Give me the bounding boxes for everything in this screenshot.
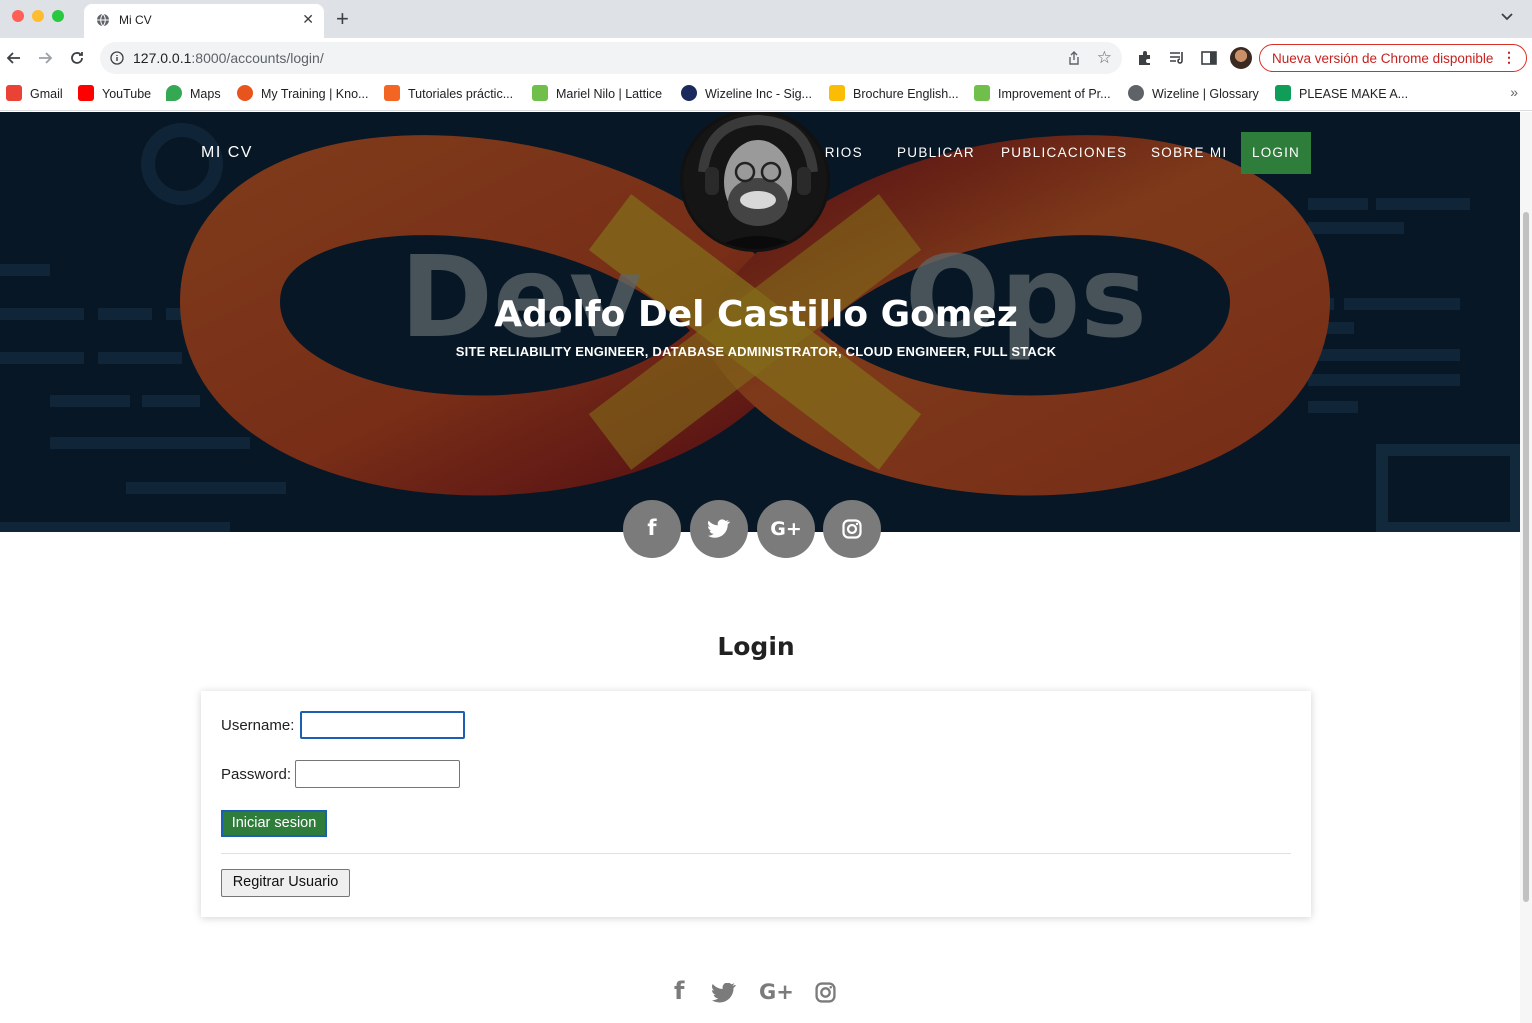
media-queue-icon[interactable] xyxy=(1168,49,1186,67)
bookmark-label: Mariel Nilo | Lattice xyxy=(556,87,663,101)
site-info-icon[interactable] xyxy=(110,51,124,65)
close-window-button[interactable] xyxy=(12,10,24,22)
bookmark-label: Wizeline Inc - Sig... xyxy=(705,87,812,101)
bookmark-wizeline-sig[interactable]: Wizeline Inc - Sig... xyxy=(681,85,812,101)
site-brand[interactable]: MI CV xyxy=(201,144,253,162)
address-bar[interactable]: 127.0.0.1:8000/accounts/login/ ☆ xyxy=(100,42,1122,74)
register-user-button[interactable]: Regitrar Usuario xyxy=(221,869,350,897)
password-label: Password: xyxy=(221,766,292,783)
bookmark-maps[interactable]: Maps xyxy=(166,85,221,101)
login-submit-button[interactable]: Iniciar sesion xyxy=(221,810,327,837)
google-plus-button[interactable]: G+ xyxy=(757,500,815,558)
hero-header: Dev Ops MI CV USUARIOS PUBLICAR PUBLICAC… xyxy=(0,112,1520,532)
profile-photo xyxy=(680,112,830,252)
footer-facebook-icon[interactable]: f xyxy=(674,977,684,1005)
instagram-icon xyxy=(842,519,862,539)
maps-icon xyxy=(166,85,182,101)
username-label: Username: xyxy=(221,717,295,734)
tutorials-icon xyxy=(384,85,400,101)
facebook-icon: f xyxy=(647,516,657,540)
youtube-icon xyxy=(78,85,94,101)
page-viewport: Dev Ops MI CV USUARIOS PUBLICAR PUBLICAC… xyxy=(0,112,1520,1023)
nav-publicaciones[interactable]: PUBLICACIONES xyxy=(1001,145,1127,160)
gmail-icon xyxy=(6,85,22,101)
sheets-icon xyxy=(1275,85,1291,101)
profile-avatar[interactable] xyxy=(1230,47,1252,69)
bookmark-my-training[interactable]: My Training | Kno... xyxy=(237,85,368,101)
extensions-puzzle-icon[interactable] xyxy=(1136,49,1154,67)
bookmark-label: PLEASE MAKE A... xyxy=(1299,87,1409,101)
update-label: Nueva versión de Chrome disponible xyxy=(1272,51,1494,66)
password-input[interactable] xyxy=(295,760,460,788)
drive-icon xyxy=(829,85,845,101)
bookmark-gmail[interactable]: Gmail xyxy=(6,85,63,101)
bookmark-label: My Training | Kno... xyxy=(261,87,369,101)
bookmark-glossary[interactable]: Wizeline | Glossary xyxy=(1128,85,1259,101)
bookmark-youtube[interactable]: YouTube xyxy=(78,85,151,101)
chevron-down-icon[interactable] xyxy=(1500,9,1514,23)
bookmark-brochure[interactable]: Brochure English... xyxy=(829,85,959,101)
username-input[interactable] xyxy=(300,711,465,739)
url-text[interactable]: 127.0.0.1:8000/accounts/login/ xyxy=(133,50,324,66)
bookmark-label: Brochure English... xyxy=(853,87,959,101)
facebook-button[interactable]: f xyxy=(623,500,681,558)
scrollbar-thumb[interactable] xyxy=(1523,212,1529,902)
bookmark-label: Wizeline | Glossary xyxy=(1152,87,1259,101)
new-tab-button[interactable]: + xyxy=(336,6,349,32)
page-scrollbar[interactable] xyxy=(1520,112,1532,1023)
bookmark-please-make[interactable]: PLEASE MAKE A... xyxy=(1275,85,1408,101)
nav-sobre-mi[interactable]: SOBRE MI xyxy=(1151,145,1227,160)
twitter-button[interactable] xyxy=(690,500,748,558)
bookmark-label: Improvement of Pr... xyxy=(998,87,1111,101)
browser-toolbar: 127.0.0.1:8000/accounts/login/ ☆ Nueva v… xyxy=(0,38,1532,78)
side-panel-icon[interactable] xyxy=(1200,49,1218,67)
wizeline-icon xyxy=(681,85,697,101)
bookmark-lattice[interactable]: Mariel Nilo | Lattice xyxy=(532,85,662,101)
training-icon xyxy=(237,85,253,101)
bookmark-tutoriales[interactable]: Tutoriales práctic... xyxy=(384,85,513,101)
url-host: 127.0.0.1 xyxy=(133,50,192,66)
footer-twitter-icon[interactable] xyxy=(712,983,736,1003)
instagram-button[interactable] xyxy=(823,500,881,558)
nav-login-button[interactable]: LOGIN xyxy=(1241,132,1311,174)
globe-icon xyxy=(1128,85,1144,101)
footer-instagram-icon[interactable] xyxy=(815,982,836,1003)
bookmarks-bar: Gmail YouTube Maps My Training | Kno... … xyxy=(0,78,1532,111)
more-menu-icon[interactable]: ⋮ xyxy=(1502,49,1516,66)
tab-title: Mi CV xyxy=(119,13,152,27)
browser-tab-bar: Mi CV ✕ + xyxy=(0,0,1532,38)
footer-google-plus-icon[interactable]: G+ xyxy=(759,980,794,1004)
login-title: Login xyxy=(717,632,795,661)
nav-publicar[interactable]: PUBLICAR xyxy=(897,145,975,160)
bookmark-improvement[interactable]: Improvement of Pr... xyxy=(974,85,1111,101)
profile-photo-image xyxy=(683,112,827,249)
hero-name: Adolfo Del Castillo Gomez xyxy=(494,294,1018,335)
chrome-update-button[interactable]: Nueva versión de Chrome disponible ⋮ xyxy=(1259,44,1527,72)
google-plus-icon: G+ xyxy=(770,518,802,540)
share-icon[interactable] xyxy=(1066,50,1082,66)
url-path: :8000/accounts/login/ xyxy=(191,50,324,66)
maximize-window-button[interactable] xyxy=(52,10,64,22)
bookmarks-overflow-icon[interactable]: » xyxy=(1510,84,1518,100)
form-divider xyxy=(221,853,1291,854)
browser-tab[interactable]: Mi CV ✕ xyxy=(84,4,324,38)
globe-icon xyxy=(97,13,109,27)
bookmark-label: Maps xyxy=(190,87,221,101)
login-form: Username: Password: Iniciar sesion Regit… xyxy=(201,691,1311,917)
back-arrow-icon[interactable] xyxy=(4,48,24,68)
bookmark-label: Tutoriales práctic... xyxy=(408,87,514,101)
lattice-icon xyxy=(532,85,548,101)
bookmark-label: YouTube xyxy=(102,87,152,101)
bookmark-star-icon[interactable]: ☆ xyxy=(1097,48,1112,68)
lattice-icon xyxy=(974,85,990,101)
close-tab-icon[interactable]: ✕ xyxy=(302,11,314,28)
hero-subtitle: SITE RELIABILITY ENGINEER, DATABASE ADMI… xyxy=(455,344,1057,359)
reload-icon[interactable] xyxy=(67,48,87,68)
minimize-window-button[interactable] xyxy=(32,10,44,22)
twitter-icon xyxy=(708,519,730,538)
bookmark-label: Gmail xyxy=(30,87,63,101)
forward-arrow-icon[interactable] xyxy=(35,48,55,68)
